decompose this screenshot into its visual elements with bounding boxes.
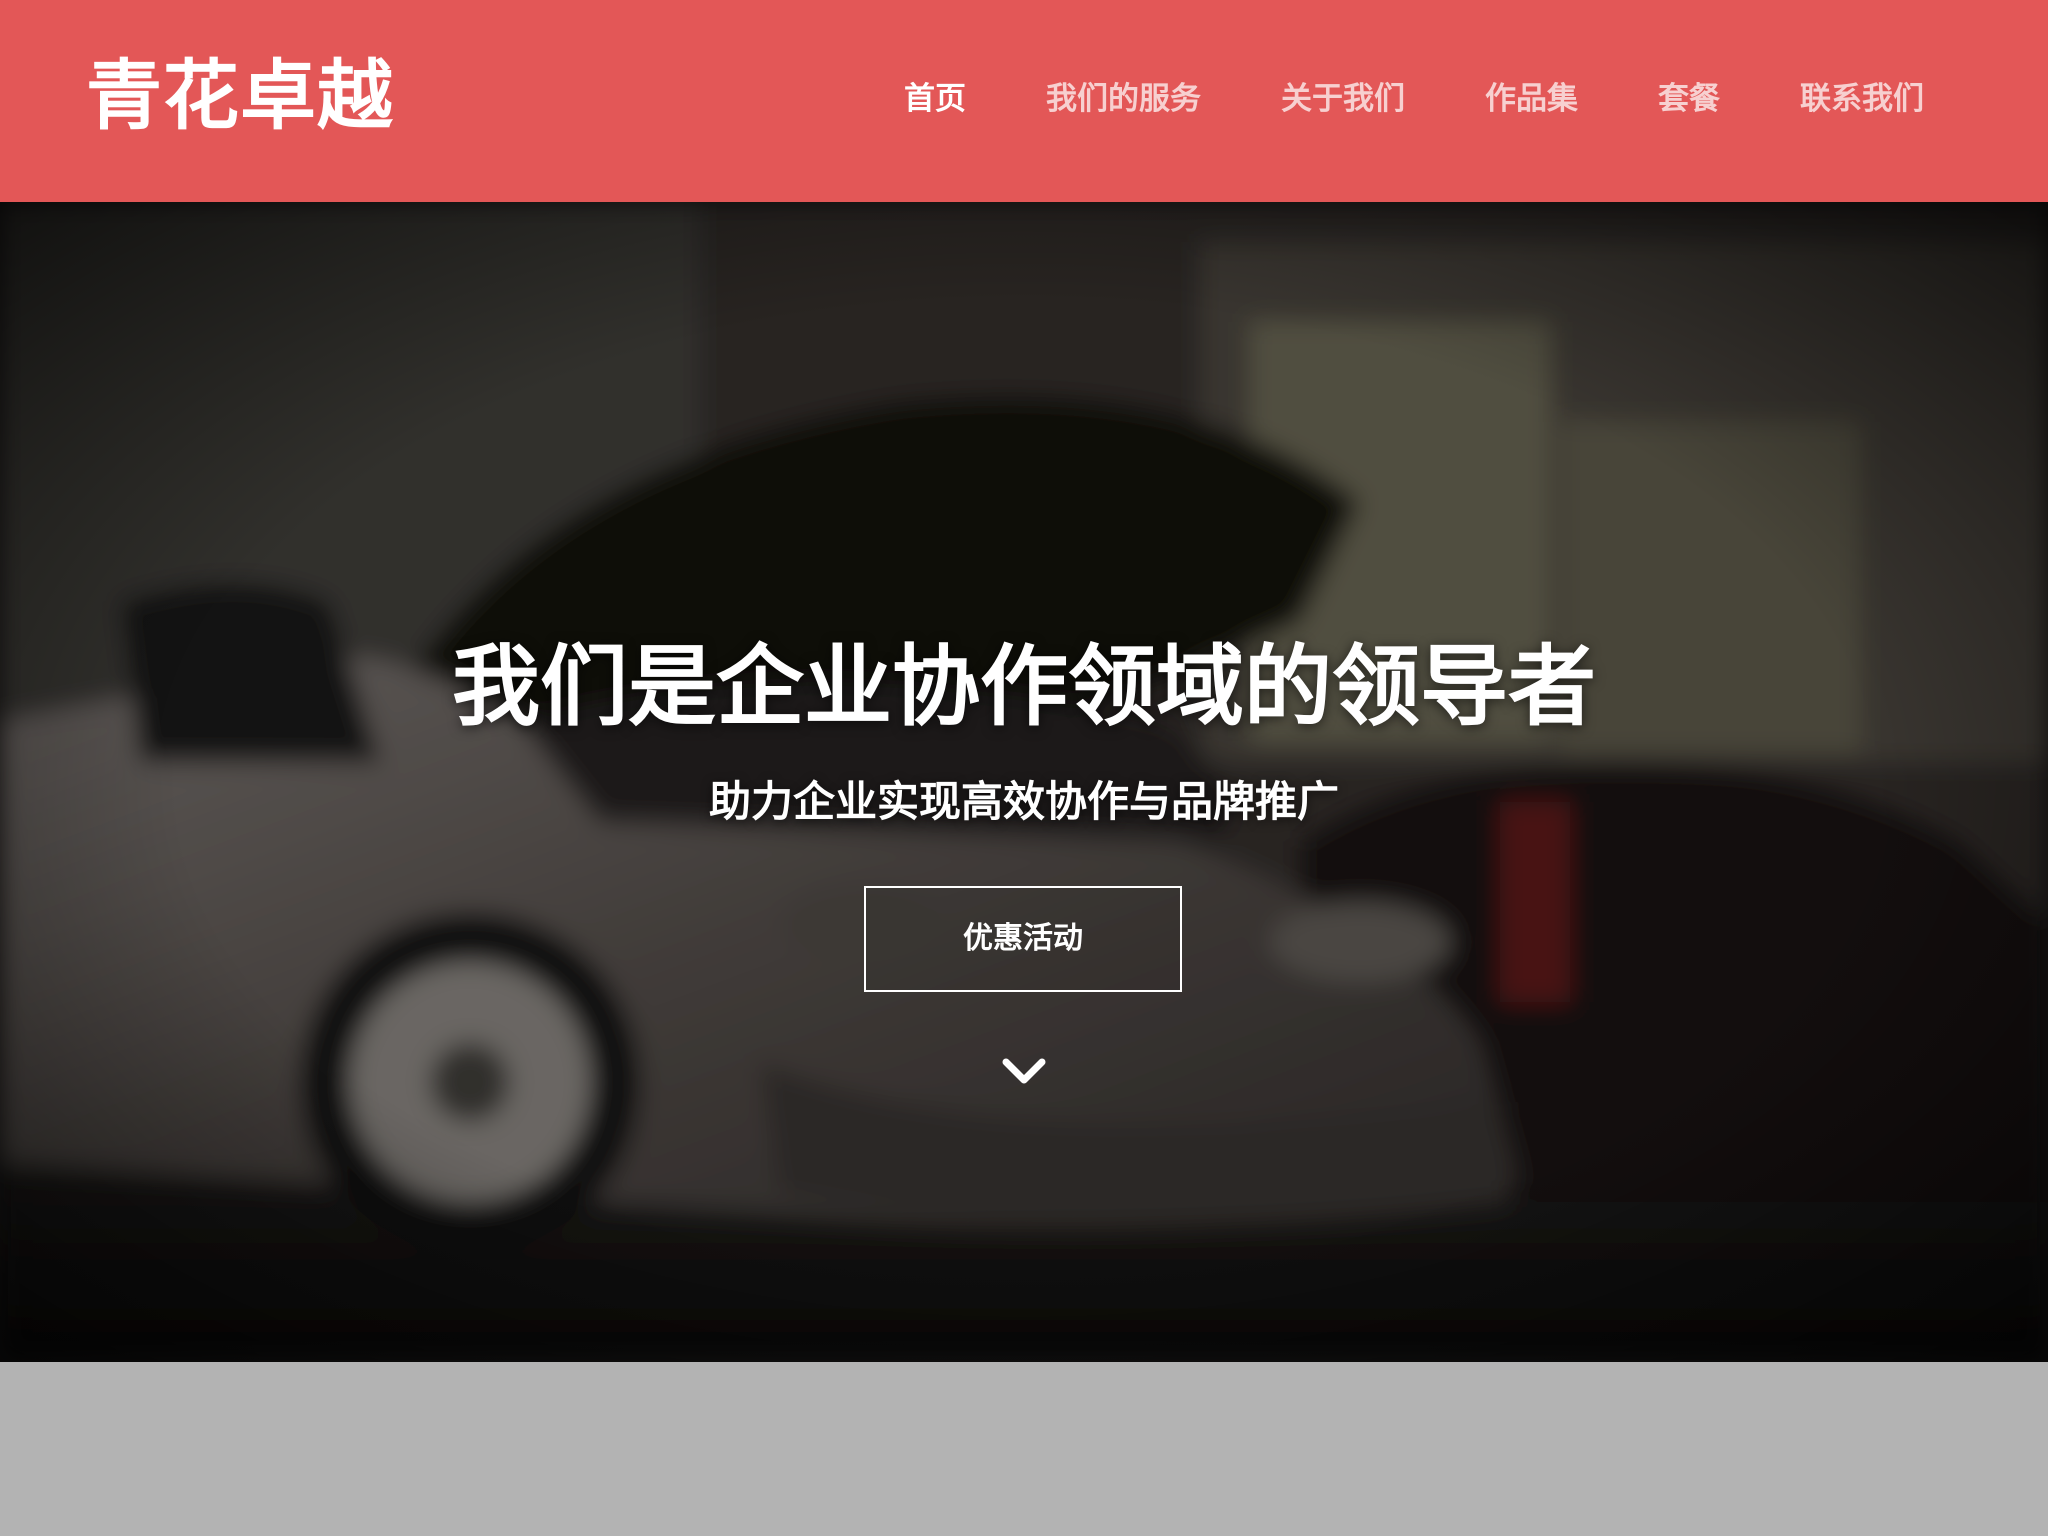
- nav-item-about[interactable]: 关于我们: [1281, 78, 1405, 120]
- nav-item-home[interactable]: 首页: [904, 78, 966, 120]
- main-nav: 首页 我们的服务 关于我们 作品集 套餐 联系我们: [904, 78, 1924, 120]
- nav-item-packages[interactable]: 套餐: [1658, 78, 1720, 120]
- brand-logo[interactable]: 青花卓越: [86, 52, 394, 140]
- nav-item-contact[interactable]: 联系我们: [1800, 78, 1924, 120]
- next-section-band: [0, 1362, 2048, 1536]
- nav-item-portfolio[interactable]: 作品集: [1485, 78, 1578, 120]
- hero-section: 我们是企业协作领域的领导者 助力企业实现高效协作与品牌推广 优惠活动: [0, 202, 2048, 1362]
- hero-subtitle: 助力企业实现高效协作与品牌推广: [708, 777, 1339, 826]
- top-navbar: 青花卓越 首页 我们的服务 关于我们 作品集 套餐 联系我们: [0, 0, 2048, 202]
- hero-content: 我们是企业协作领域的领导者 助力企业实现高效协作与品牌推广 优惠活动: [0, 202, 2048, 1362]
- nav-item-services[interactable]: 我们的服务: [1046, 78, 1201, 120]
- chevron-down-icon[interactable]: [1000, 1052, 1048, 1088]
- hero-title: 我们是企业协作领域的领导者: [451, 635, 1596, 738]
- promotions-button[interactable]: 优惠活动: [864, 886, 1182, 992]
